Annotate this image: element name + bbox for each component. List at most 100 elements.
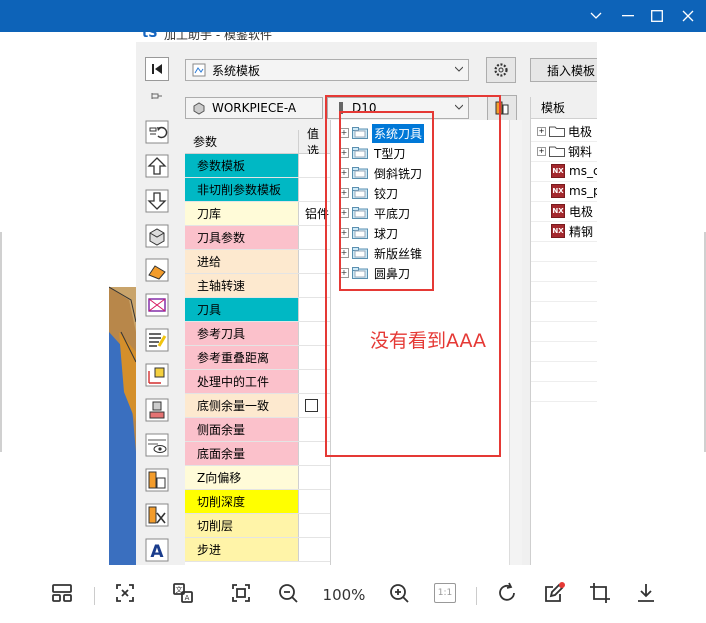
- param-row[interactable]: 刀具: [185, 298, 331, 322]
- wedge-icon[interactable]: [145, 258, 169, 282]
- collapse-left-button[interactable]: [145, 57, 169, 81]
- text-a-icon[interactable]: A: [145, 538, 169, 562]
- nx-file-icon: NX: [551, 164, 565, 178]
- viewer-margin-left: [0, 32, 109, 565]
- zoom-in-icon[interactable]: [384, 578, 414, 608]
- param-value[interactable]: [299, 490, 331, 513]
- nx-file-icon: NX: [551, 224, 565, 238]
- param-value[interactable]: [299, 538, 331, 561]
- template-file-label: ms_p: [569, 184, 597, 198]
- template-folder-label: 钢料: [568, 144, 593, 159]
- param-name: 刀具: [185, 298, 299, 321]
- grid-line: [531, 221, 597, 222]
- crosshatch-icon[interactable]: [145, 293, 169, 317]
- template-icon: [192, 63, 206, 77]
- maximize-icon[interactable]: [641, 0, 673, 32]
- param-row[interactable]: 主轴转速: [185, 274, 331, 298]
- copy-ops-icon[interactable]: [145, 468, 169, 492]
- template-panel: 模板 + 电极 + 钢料 NX ms_c NX ms_p NX 电极 NX 精钢: [530, 97, 597, 565]
- mill-tool-icon[interactable]: [145, 398, 169, 422]
- param-column-header: 参数: [185, 130, 299, 154]
- zoom-out-icon[interactable]: [273, 578, 303, 608]
- param-row[interactable]: 参数模板: [185, 154, 331, 178]
- minimize-icon[interactable]: [612, 0, 644, 32]
- move-up-icon[interactable]: [145, 154, 169, 178]
- param-name: 步进: [185, 538, 299, 561]
- delete-ops-icon[interactable]: [145, 503, 169, 527]
- param-name: 非切削参数模板: [185, 178, 299, 201]
- row-divider: [185, 561, 331, 562]
- viewer-titlebar: [0, 0, 706, 32]
- template-file[interactable]: NX 精钢: [551, 221, 593, 241]
- viewer-margin-right: [597, 32, 706, 565]
- tree-scrollbar[interactable]: [509, 120, 522, 565]
- grid-line: [531, 241, 597, 242]
- param-row[interactable]: 步进: [185, 538, 331, 562]
- actual-size-label: 1:1: [434, 583, 456, 603]
- workpiece-select[interactable]: WORKPIECE-A: [185, 97, 323, 119]
- param-name: 底面余量: [185, 442, 299, 465]
- template-system-select[interactable]: 系统模板: [185, 59, 469, 81]
- param-name: 刀具参数: [185, 226, 299, 249]
- param-value[interactable]: [299, 466, 331, 489]
- download-icon[interactable]: [631, 578, 661, 608]
- param-name: 处理中的工件: [185, 370, 299, 393]
- param-row[interactable]: 切削深度: [185, 490, 331, 514]
- param-row[interactable]: 刀库 铝件: [185, 202, 331, 226]
- insert-template-button[interactable]: 插入模板: [530, 58, 597, 82]
- param-row[interactable]: Z向偏移: [185, 466, 331, 490]
- pin-icon[interactable]: [151, 90, 163, 102]
- zoom-level: 100%: [322, 586, 366, 604]
- param-row[interactable]: 底面余量: [185, 442, 331, 466]
- param-row[interactable]: 刀具参数: [185, 226, 331, 250]
- chevron-down-icon: [455, 66, 463, 72]
- param-row[interactable]: 非切削参数模板: [185, 178, 331, 202]
- refresh-tool-icon[interactable]: [145, 120, 169, 144]
- edit-list-icon[interactable]: [145, 328, 169, 352]
- param-row[interactable]: 侧面余量: [185, 418, 331, 442]
- svg-text:A: A: [150, 542, 164, 562]
- chevron-down-icon[interactable]: [580, 0, 612, 32]
- annotation-text: 没有看到AAA: [370, 330, 487, 352]
- app-titlebar: tS 加工助手 - 模鉴软件: [136, 32, 597, 42]
- param-checkbox[interactable]: [305, 399, 318, 412]
- edit-icon[interactable]: [539, 578, 569, 608]
- param-name: 参数模板: [185, 154, 299, 177]
- block-icon[interactable]: [145, 224, 169, 248]
- param-row[interactable]: 底侧余量一致: [185, 394, 331, 418]
- param-name: 侧面余量: [185, 418, 299, 441]
- view-eye-icon[interactable]: [145, 433, 169, 457]
- fit-screen-icon[interactable]: [226, 578, 256, 608]
- template-file[interactable]: NX ms_p: [551, 181, 597, 201]
- template-folder[interactable]: + 电极: [537, 121, 592, 141]
- expand-icon[interactable]: +: [537, 126, 546, 136]
- template-file[interactable]: NX 电极: [551, 201, 593, 221]
- grid-line: [531, 261, 597, 262]
- translate-icon[interactable]: 文A: [168, 578, 198, 608]
- param-row[interactable]: 参考重叠距离: [185, 346, 331, 370]
- param-row[interactable]: 切削层: [185, 514, 331, 538]
- param-name: 切削层: [185, 514, 299, 537]
- expand-icon[interactable]: +: [537, 146, 546, 156]
- layout-icon[interactable]: [47, 578, 77, 608]
- actual-size-button[interactable]: 1:1: [430, 578, 460, 608]
- template-folder[interactable]: + 钢料: [537, 141, 592, 161]
- parameter-table: 参数 值选 参数模板 非切削参数模板 刀库 铝件 刀具参数 进给 主轴转速 刀具 参考刀具 参考重…: [185, 127, 331, 565]
- rotate-icon[interactable]: [492, 578, 522, 608]
- crop-expand-icon[interactable]: [110, 578, 140, 608]
- axis-cube-icon[interactable]: [145, 363, 169, 387]
- param-row[interactable]: 参考刀具: [185, 322, 331, 346]
- param-value[interactable]: [299, 514, 331, 537]
- template-file-label: ms_c: [569, 164, 597, 178]
- template-folder-label: 电极: [568, 124, 593, 139]
- close-icon[interactable]: [672, 0, 704, 32]
- template-file[interactable]: NX ms_c: [551, 161, 597, 181]
- settings-button[interactable]: [486, 57, 516, 83]
- param-row[interactable]: 处理中的工件: [185, 370, 331, 394]
- param-name: 进给: [185, 250, 299, 273]
- grid-line: [531, 201, 597, 202]
- move-down-icon[interactable]: [145, 189, 169, 213]
- skip-start-icon: [152, 64, 162, 74]
- param-row[interactable]: 进给: [185, 250, 331, 274]
- crop-icon[interactable]: [585, 578, 615, 608]
